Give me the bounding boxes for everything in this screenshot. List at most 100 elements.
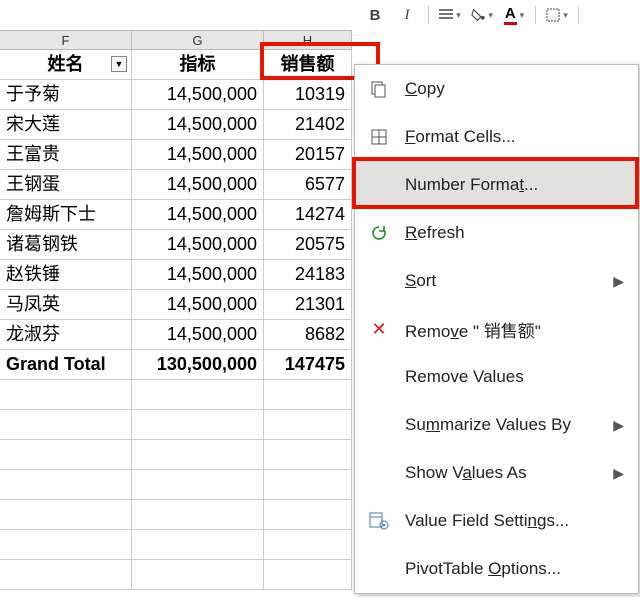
cell-target[interactable]: 14,500,000	[132, 320, 264, 350]
grand-total-row: Grand Total 130,500,000 147475	[0, 350, 352, 380]
menu-copy[interactable]: Copy	[355, 65, 638, 113]
cell[interactable]	[264, 530, 352, 560]
cell-amount[interactable]: 10319	[264, 80, 352, 110]
menu-pivottable-options[interactable]: PivotTable Options...	[355, 545, 638, 593]
cell-amount[interactable]: 8682	[264, 320, 352, 350]
cell-amount[interactable]: 20157	[264, 140, 352, 170]
cell[interactable]	[132, 380, 264, 410]
empty-row	[0, 380, 352, 410]
cell-target[interactable]: 14,500,000	[132, 170, 264, 200]
menu-label: PivotTable Options...	[405, 559, 624, 579]
cell[interactable]	[132, 560, 264, 590]
cell-name[interactable]: 詹姆斯下士	[0, 200, 132, 230]
menu-sort[interactable]: Sort ▶	[355, 257, 638, 305]
cell[interactable]	[132, 470, 264, 500]
cell[interactable]	[264, 470, 352, 500]
border-button[interactable]	[546, 4, 568, 26]
header-target[interactable]: 指标	[132, 50, 264, 80]
header-name[interactable]: 姓名 ▼	[0, 50, 132, 80]
format-cells-icon	[365, 123, 393, 151]
filter-dropdown-icon[interactable]: ▼	[111, 56, 127, 72]
cell-target[interactable]: 14,500,000	[132, 230, 264, 260]
font-color-button[interactable]: A	[503, 4, 525, 26]
cell[interactable]	[132, 500, 264, 530]
cell[interactable]	[0, 530, 132, 560]
column-headers: F G H	[0, 30, 352, 50]
bold-button[interactable]: B	[364, 4, 386, 26]
cell-name[interactable]: 王富贵	[0, 140, 132, 170]
grand-total-target[interactable]: 130,500,000	[132, 350, 264, 380]
cell-name[interactable]: 诸葛钢铁	[0, 230, 132, 260]
cell-target[interactable]: 14,500,000	[132, 80, 264, 110]
cell-amount[interactable]: 21301	[264, 290, 352, 320]
cell-amount[interactable]: 21402	[264, 110, 352, 140]
table-row: 王钢蛋 14,500,000 6577	[0, 170, 352, 200]
cell[interactable]	[264, 440, 352, 470]
cell[interactable]	[0, 560, 132, 590]
empty-row	[0, 410, 352, 440]
header-row: 姓名 ▼ 指标 销售额	[0, 50, 352, 80]
cell-amount[interactable]: 20575	[264, 230, 352, 260]
table-row: 宋大莲 14,500,000 21402	[0, 110, 352, 140]
cell-amount[interactable]: 24183	[264, 260, 352, 290]
cell[interactable]	[264, 410, 352, 440]
fill-color-button[interactable]	[471, 4, 493, 26]
cell[interactable]	[264, 500, 352, 530]
cell[interactable]	[132, 440, 264, 470]
empty-row	[0, 470, 352, 500]
menu-value-field-settings[interactable]: Value Field Settings...	[355, 497, 638, 545]
align-button[interactable]	[439, 4, 461, 26]
cell[interactable]	[132, 410, 264, 440]
cell-name[interactable]: 宋大莲	[0, 110, 132, 140]
menu-summarize-values-by[interactable]: Summarize Values By ▶	[355, 401, 638, 449]
col-header-h[interactable]: H	[264, 31, 352, 49]
cell-target[interactable]: 14,500,000	[132, 290, 264, 320]
cell-target[interactable]: 14,500,000	[132, 200, 264, 230]
col-header-g[interactable]: G	[132, 31, 264, 49]
cell-name[interactable]: 赵铁锤	[0, 260, 132, 290]
cell-amount[interactable]: 6577	[264, 170, 352, 200]
table-row: 马凤英 14,500,000 21301	[0, 290, 352, 320]
cell-amount[interactable]: 14274	[264, 200, 352, 230]
cell-target[interactable]: 14,500,000	[132, 260, 264, 290]
cell[interactable]	[0, 410, 132, 440]
cell[interactable]	[0, 500, 132, 530]
menu-remove-field[interactable]: ✕ Remove " 销售额"	[355, 305, 638, 353]
menu-label: Remove " 销售额"	[405, 317, 624, 342]
menu-format-cells[interactable]: Format Cells...	[355, 113, 638, 161]
menu-label: Value Field Settings...	[405, 511, 624, 531]
cell[interactable]	[132, 530, 264, 560]
field-settings-icon	[365, 507, 393, 535]
cell-name[interactable]: 王钢蛋	[0, 170, 132, 200]
italic-button[interactable]: I	[396, 4, 418, 26]
menu-remove-values[interactable]: Remove Values	[355, 353, 638, 401]
cell-name[interactable]: 于予菊	[0, 80, 132, 110]
cell[interactable]	[0, 440, 132, 470]
cell[interactable]	[264, 560, 352, 590]
menu-number-format[interactable]: Number Format...	[355, 161, 638, 209]
cell[interactable]	[0, 470, 132, 500]
separator	[578, 6, 579, 24]
grand-total-label[interactable]: Grand Total	[0, 350, 132, 380]
cell[interactable]	[264, 380, 352, 410]
copy-icon	[365, 75, 393, 103]
menu-label: Copy	[405, 79, 624, 99]
empty-row	[0, 440, 352, 470]
cell-name[interactable]: 龙淑芬	[0, 320, 132, 350]
menu-show-values-as[interactable]: Show Values As ▶	[355, 449, 638, 497]
cell-name[interactable]: 马凤英	[0, 290, 132, 320]
menu-label: Sort	[405, 271, 613, 291]
menu-label: Format Cells...	[405, 127, 624, 147]
empty-row	[0, 530, 352, 560]
submenu-arrow-icon: ▶	[613, 273, 624, 290]
cell-target[interactable]: 14,500,000	[132, 110, 264, 140]
context-menu: Copy Format Cells... Number Format... Re…	[354, 64, 639, 594]
cell-target[interactable]: 14,500,000	[132, 140, 264, 170]
pivot-table: 姓名 ▼ 指标 销售额 于予菊 14,500,000 10319 宋大莲 14,…	[0, 50, 352, 590]
refresh-icon	[365, 219, 393, 247]
menu-refresh[interactable]: Refresh	[355, 209, 638, 257]
col-header-f[interactable]: F	[0, 31, 132, 49]
cell[interactable]	[0, 380, 132, 410]
header-sales[interactable]: 销售额	[264, 50, 352, 80]
grand-total-amount[interactable]: 147475	[264, 350, 352, 380]
